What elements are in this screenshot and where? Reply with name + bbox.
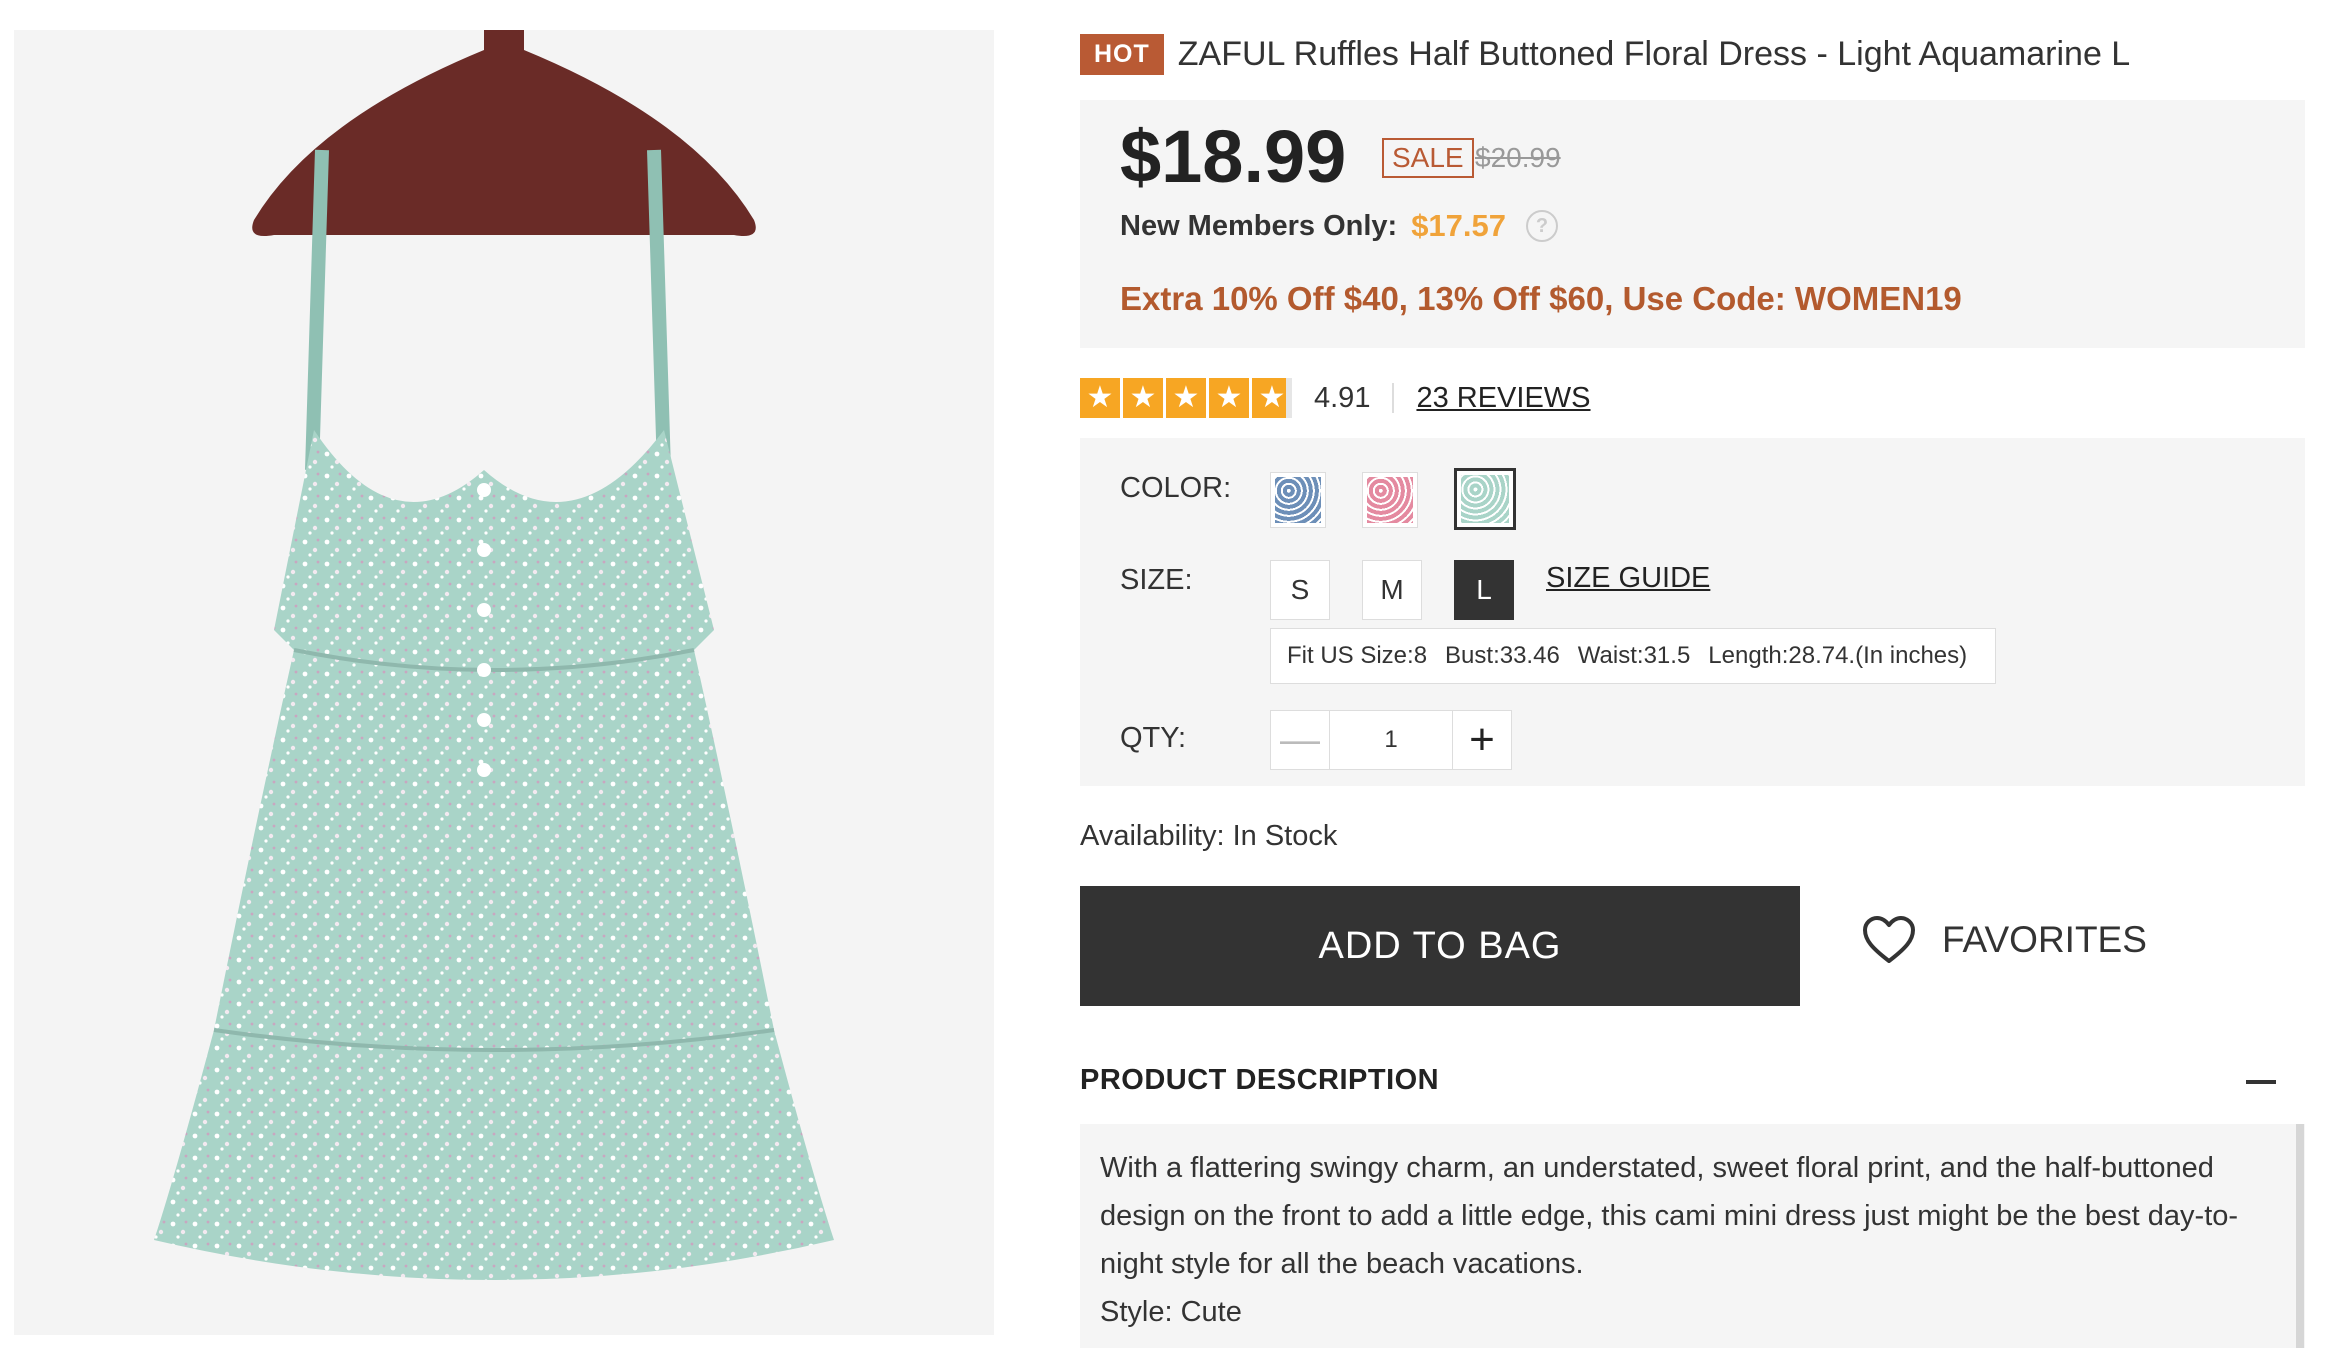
- current-price: $18.99: [1120, 115, 1347, 198]
- size-option-m[interactable]: M: [1362, 560, 1422, 620]
- product-image[interactable]: [14, 30, 994, 1335]
- price-panel: $18.99 SALE $20.99 New Members Only: $17…: [1080, 100, 2305, 348]
- color-label: COLOR:: [1120, 472, 1232, 504]
- scrollbar[interactable]: [2296, 1124, 2304, 1348]
- color-swatch-light-aquamarine[interactable]: [1454, 468, 1516, 530]
- size-guide-link[interactable]: SIZE GUIDE: [1546, 562, 1710, 595]
- quantity-stepper: — 1 +: [1270, 710, 1512, 770]
- options-panel: COLOR: SIZE: S M L SIZE GUIDE Fit US Siz…: [1080, 438, 2305, 786]
- size-option-s[interactable]: S: [1270, 560, 1330, 620]
- star-icon: ★: [1123, 378, 1163, 418]
- sale-badge: SALE: [1382, 138, 1474, 178]
- product-description-panel: With a flattering swingy charm, an under…: [1080, 1124, 2305, 1348]
- color-swatch-pink[interactable]: [1362, 472, 1418, 528]
- reviews-link[interactable]: 23 REVIEWS: [1416, 382, 1590, 415]
- size-option-l[interactable]: L: [1454, 560, 1514, 620]
- fit-info: Fit US Size:8 Bust:33.46 Waist:31.5 Leng…: [1270, 628, 1996, 684]
- rating-value: 4.91: [1314, 381, 1371, 414]
- heart-icon: [1863, 916, 1915, 963]
- availability-status: Availability: In Stock: [1080, 820, 1338, 852]
- qty-label: QTY:: [1120, 722, 1187, 754]
- star-rating: ★ ★ ★ ★ ★: [1080, 378, 1292, 418]
- size-label: SIZE:: [1120, 564, 1193, 596]
- fit-size: Fit US Size:8: [1287, 642, 1428, 669]
- promo-text: Extra 10% Off $40, 13% Off $60, Use Code…: [1120, 280, 1962, 317]
- fit-length: Length:28.74.(In inches): [1708, 642, 1968, 669]
- favorites-button[interactable]: FAVORITES: [1862, 915, 2147, 965]
- qty-decrement-button[interactable]: —: [1271, 711, 1329, 769]
- star-icon: ★: [1252, 378, 1292, 418]
- qty-increment-button[interactable]: +: [1453, 711, 1511, 769]
- help-icon[interactable]: ?: [1526, 210, 1559, 242]
- star-icon: ★: [1080, 378, 1120, 418]
- collapse-icon[interactable]: [2246, 1080, 2276, 1084]
- members-price: $17.57: [1411, 208, 1507, 243]
- description-text: With a flattering swingy charm, an under…: [1100, 1152, 2239, 1280]
- title-row: HOT ZAFUL Ruffles Half Buttoned Floral D…: [1080, 34, 2130, 75]
- color-swatch-blue[interactable]: [1270, 472, 1326, 528]
- fit-bust: Bust:33.46: [1445, 642, 1560, 669]
- qty-input[interactable]: 1: [1329, 711, 1453, 769]
- divider: [1392, 383, 1395, 413]
- hot-badge: HOT: [1080, 34, 1164, 75]
- add-to-bag-button[interactable]: ADD TO BAG: [1080, 886, 1800, 1006]
- description-style: Style: Cute: [1100, 1296, 1242, 1328]
- members-price-row: New Members Only: $17.57 ?: [1120, 208, 1559, 244]
- star-icon: ★: [1209, 378, 1249, 418]
- favorites-label: FAVORITES: [1942, 919, 2147, 960]
- star-icon: ★: [1166, 378, 1206, 418]
- product-description-header[interactable]: PRODUCT DESCRIPTION: [1080, 1064, 1439, 1097]
- fit-waist: Waist:31.5: [1577, 642, 1691, 669]
- members-label: New Members Only:: [1120, 209, 1398, 242]
- product-title: ZAFUL Ruffles Half Buttoned Floral Dress…: [1177, 35, 2131, 73]
- original-price: $20.99: [1475, 142, 1561, 173]
- rating-row: ★ ★ ★ ★ ★ 4.91 23 REVIEWS: [1080, 378, 1591, 418]
